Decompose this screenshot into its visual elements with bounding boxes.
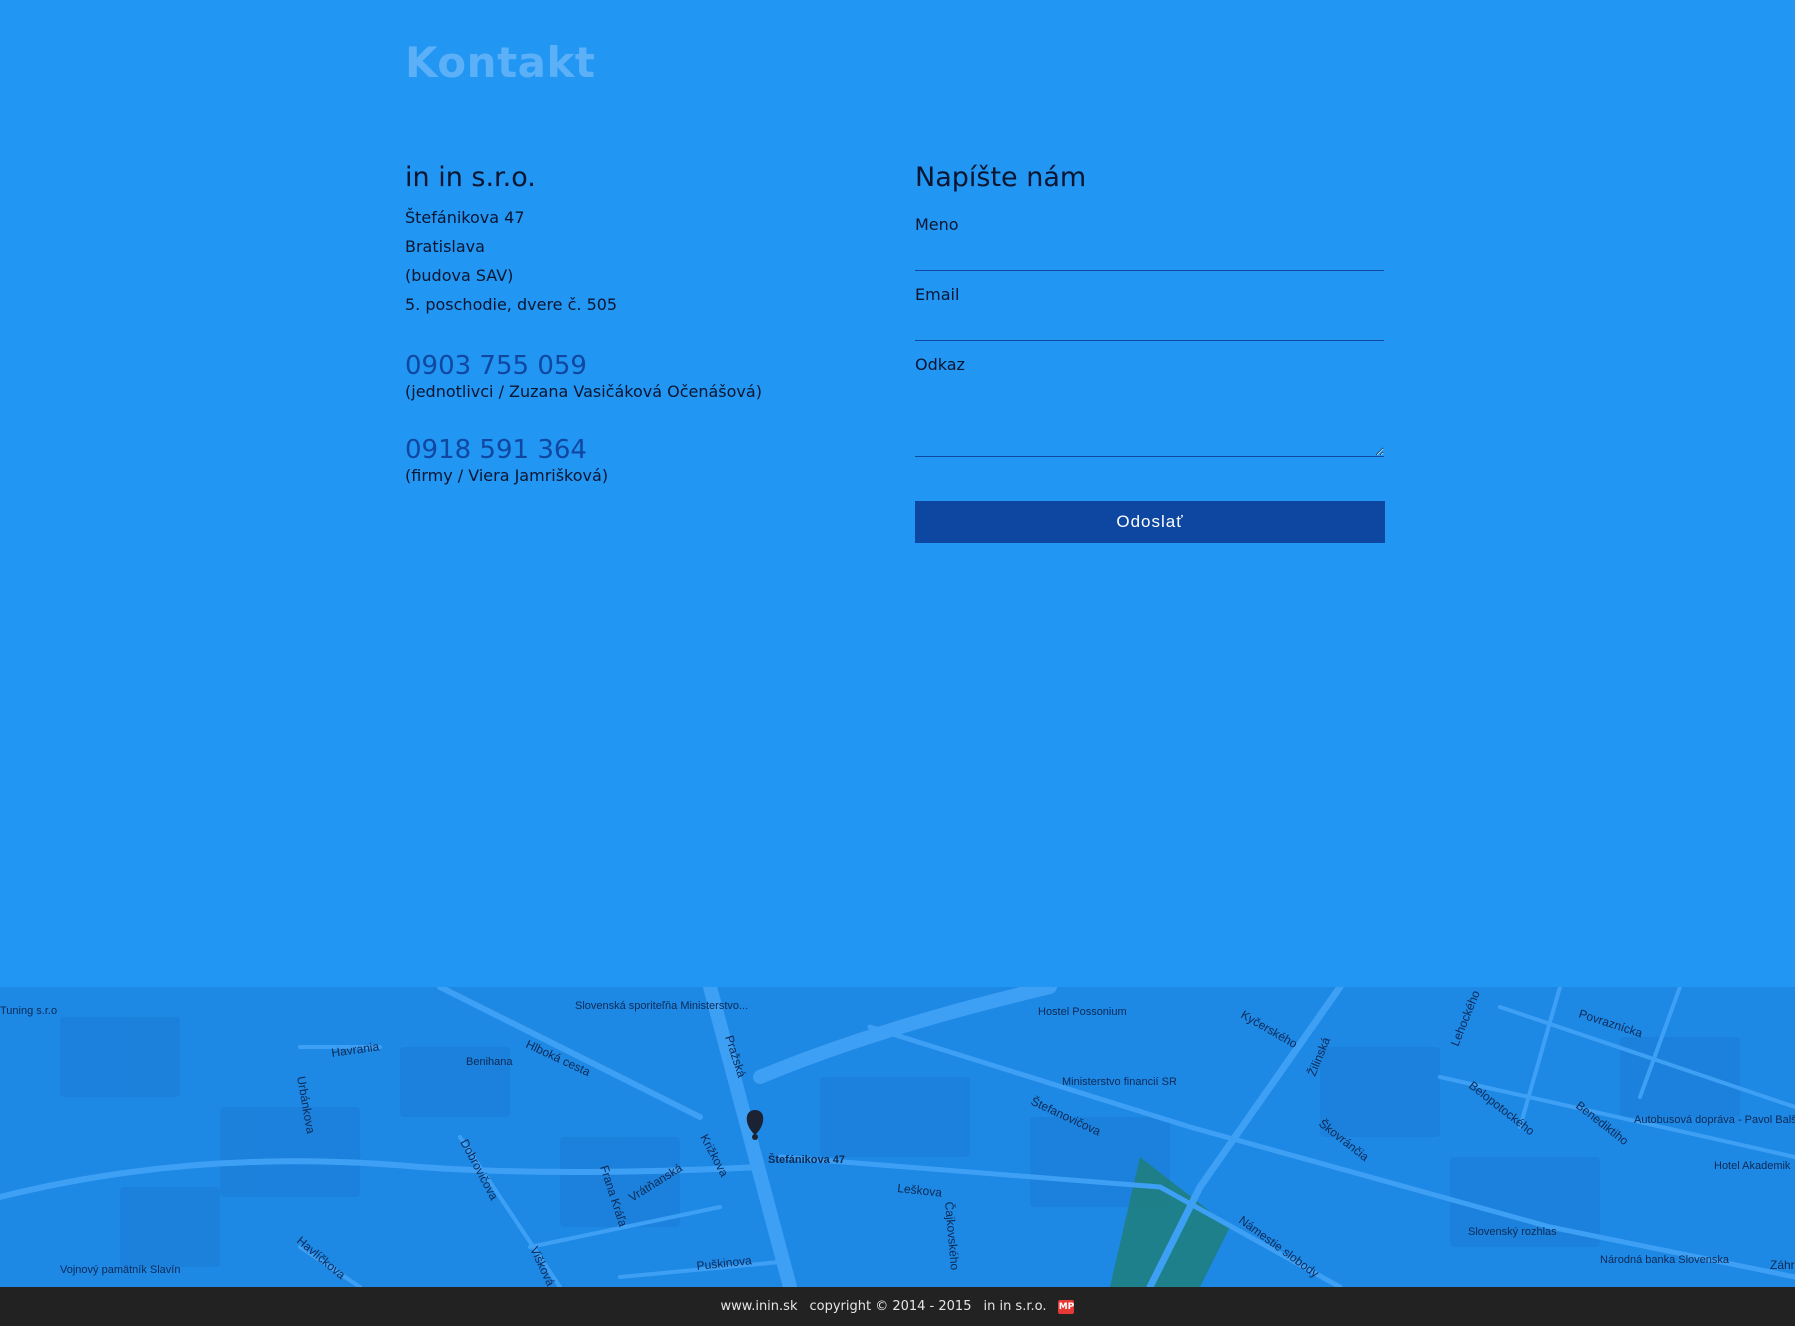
phone-individuals[interactable]: 0903 755 059	[405, 351, 825, 381]
place-ministry-finance: Ministerstvo financií SR	[1062, 1076, 1177, 1088]
page-title: Kontakt	[405, 38, 596, 87]
street-puskinova: Puškinova	[696, 1253, 753, 1273]
address-street: Štefánikova 47	[405, 208, 525, 227]
street-havrania: Havrania	[330, 1039, 380, 1060]
footer-site-link[interactable]: www.inin.sk	[721, 1299, 798, 1314]
company-info: in in s.r.o. Štefánikova 47 Bratislava (…	[405, 162, 825, 487]
footer-company: in in s.r.o.	[983, 1299, 1047, 1314]
address-building: (budova SAV)	[405, 266, 514, 285]
street-namestie-slobody: Námestie slobody	[1236, 1213, 1321, 1280]
address-floor: 5. poschodie, dvere č. 505	[405, 295, 618, 314]
contact-form: Napíšte nám Meno Email Odkaz Odoslať	[915, 162, 1385, 543]
street-lehockeho: Lehockého	[1448, 988, 1483, 1048]
street-cajkovskeho: Čajkovského	[942, 1201, 963, 1271]
place-hostel: Hostel Possonium	[1038, 1006, 1127, 1018]
company-name: in in s.r.o.	[405, 162, 536, 193]
phone-individuals-note: (jednotlivci / Zuzana Vasičáková Očenášo…	[405, 382, 762, 401]
map[interactable]: Štefánikova 47 Slovenská sporiteľňa Mini…	[0, 987, 1795, 1287]
email-input[interactable]	[915, 305, 1384, 341]
street-viskova: Višková	[527, 1244, 557, 1287]
place-tuning: Tuning s.r.o	[0, 1005, 57, 1017]
name-input[interactable]	[915, 235, 1384, 271]
street-kycerskeho: Kyčerského	[1239, 1007, 1301, 1051]
street-havlickova: Havlíčkova	[294, 1234, 348, 1283]
street-zahr: Záhr	[1770, 1258, 1795, 1272]
place-sporitelna: Slovenská sporiteľňa Ministerstvo...	[575, 1000, 748, 1012]
name-label: Meno	[915, 215, 959, 234]
submit-button[interactable]: Odoslať	[915, 501, 1385, 543]
phone-companies[interactable]: 0918 591 364	[405, 435, 825, 465]
place-benihana: Benihana	[466, 1056, 513, 1068]
street-leskova: Leškova	[897, 1181, 943, 1200]
footer: www.inin.sk copyright © 2014 - 2015 in i…	[0, 1287, 1795, 1326]
address-city: Bratislava	[405, 237, 485, 256]
place-slavin: Vojnový pamätník Slavín	[60, 1264, 180, 1276]
footer-copyright: copyright © 2014 - 2015	[809, 1299, 972, 1314]
place-hotel-akademik: Hotel Akademik	[1714, 1160, 1791, 1172]
footer-logo[interactable]: MP	[1058, 1299, 1075, 1314]
message-label: Odkaz	[915, 355, 965, 374]
email-label: Email	[915, 285, 960, 304]
place-national-bank: Národná banka Slovenska	[1600, 1254, 1730, 1266]
phone-companies-note: (firmy / Viera Jamrišková)	[405, 466, 609, 485]
place-radio: Slovenský rozhlas	[1468, 1226, 1557, 1238]
place-bus-company: Autobusová dopráva - Pavol Balšan	[1634, 1114, 1795, 1126]
map-canvas[interactable]: Štefánikova 47 Slovenská sporiteľňa Mini…	[0, 987, 1795, 1287]
form-title: Napíšte nám	[915, 162, 1087, 193]
message-textarea[interactable]	[915, 375, 1384, 457]
marker-label: Štefánikova 47	[768, 1153, 845, 1166]
